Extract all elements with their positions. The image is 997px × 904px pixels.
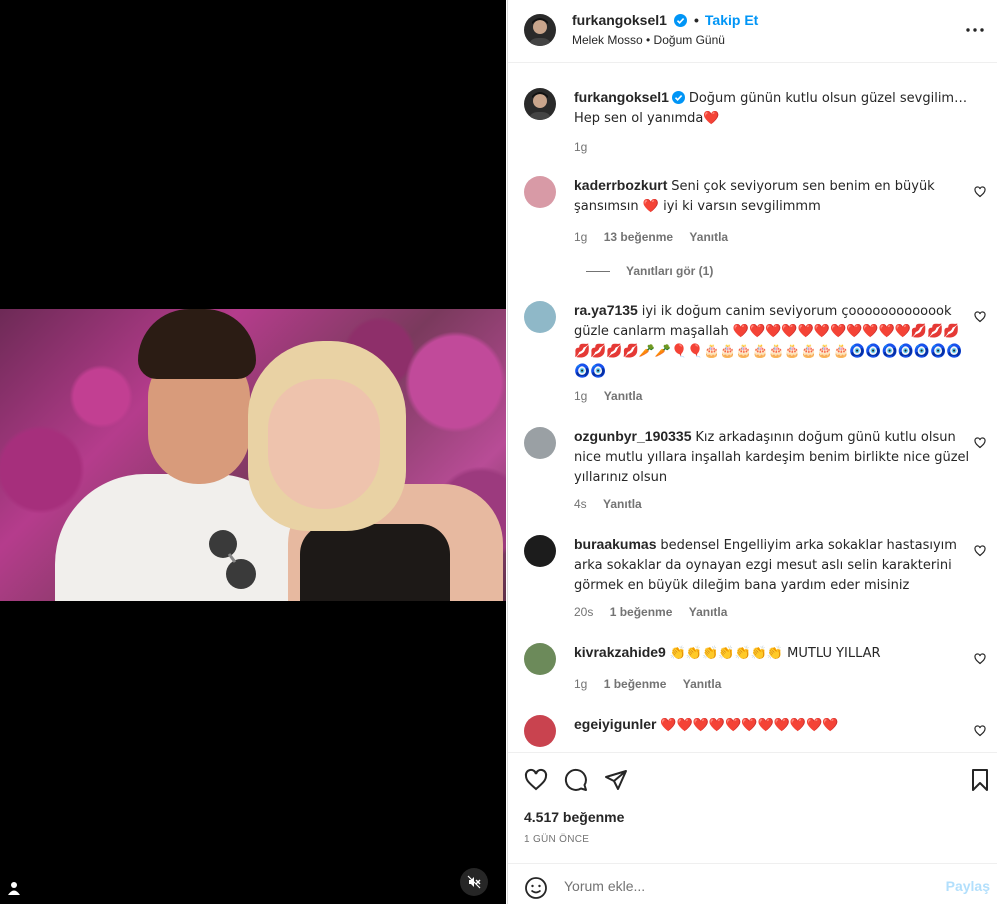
comment-text: 👏👏👏👏👏👏👏 MUTLU YILLAR — [669, 646, 881, 661]
like-comment-heart-icon[interactable] — [974, 311, 986, 323]
like-comment-heart-icon[interactable] — [974, 437, 986, 449]
author-username-text: furkangoksel1 — [572, 12, 667, 28]
tagged-user-icon[interactable] — [6, 880, 22, 896]
mute-button[interactable] — [460, 868, 488, 896]
like-comment-heart-icon[interactable] — [974, 653, 986, 665]
comment-time: 4s — [574, 497, 587, 511]
comment-text-block: buraakumas bedensel Engelliyim arka soka… — [574, 535, 974, 595]
emoji-smiley-icon[interactable] — [524, 876, 548, 900]
reply-button[interactable]: Yanıtla — [604, 389, 643, 403]
comment-text-block: egeiyigunler ❤️❤️❤️❤️❤️❤️❤️❤️❤️❤️❤️ — [574, 715, 974, 735]
add-comment-bar: Paylaş — [508, 863, 997, 904]
comment-text-block: kivrakzahide9 👏👏👏👏👏👏👏 MUTLU YILLAR — [574, 643, 974, 663]
comment-text-block: ra.ya7135 iyi ik doğum canim seviyorum ç… — [574, 301, 974, 381]
caption-text-block: furkangoksel1 Doğum günün kutlu olsun gü… — [574, 88, 974, 128]
comment-bubble-icon[interactable] — [564, 768, 588, 792]
follow-label: Takip Et — [704, 12, 759, 28]
comment-time: 1g — [574, 677, 588, 691]
comment-meta: 20s 1 beğenme Yanıtla — [574, 605, 740, 619]
verified-badge-icon — [673, 14, 687, 27]
reply-button[interactable]: Yanıtla — [603, 497, 642, 511]
post-comment-button[interactable]: Paylaş — [946, 878, 990, 894]
comment-likes[interactable]: 13 beğenme — [604, 230, 673, 244]
details-panel: furkangoksel1 • Takip Et Melek Mosso • Do… — [507, 0, 997, 904]
comment-time: 1g — [574, 230, 588, 244]
save-bookmark-icon[interactable] — [968, 768, 992, 792]
comment-item: kivrakzahide9 👏👏👏👏👏👏👏 MUTLU YILLAR 1g 1 … — [524, 643, 986, 703]
comment-item: ra.ya7135 iyi ik doğum canim seviyorum ç… — [524, 301, 986, 411]
commenter-username[interactable]: ozgunbyr_190335 — [574, 428, 692, 444]
commenter-avatar[interactable] — [524, 176, 556, 208]
comments-list[interactable]: furkangoksel1 Doğum günün kutlu olsun gü… — [508, 64, 997, 752]
share-send-icon[interactable] — [604, 768, 628, 792]
like-comment-heart-icon[interactable] — [974, 725, 986, 737]
photo-woman-top — [300, 524, 450, 601]
post-photo[interactable] — [0, 309, 506, 601]
commenter-avatar[interactable] — [524, 715, 556, 747]
comment-text-block: kaderrbozkurt Seni çok seviyorum sen ben… — [574, 176, 974, 216]
post-date: 1 GÜN ÖNCE — [524, 834, 590, 845]
media-panel — [0, 0, 506, 904]
caption-username[interactable]: furkangoksel1 — [574, 89, 669, 105]
comment-input[interactable] — [564, 874, 924, 898]
comment-time: 20s — [574, 605, 594, 619]
photo-man-hair — [138, 309, 256, 379]
commenter-username[interactable]: kivrakzahide9 — [574, 644, 666, 660]
photo-sunglasses — [209, 530, 256, 589]
comment-likes[interactable]: 1 beğenme — [610, 605, 673, 619]
follow-button[interactable]: • Takip Et — [694, 12, 758, 28]
comment-item: buraakumas bedensel Engelliyim arka soka… — [524, 535, 986, 625]
comment-item: kaderrbozkurt Seni çok seviyorum sen ben… — [524, 176, 986, 278]
reply-button[interactable]: Yanıtla — [683, 677, 722, 691]
commenter-username[interactable]: buraakumas — [574, 536, 656, 552]
caption-avatar[interactable] — [524, 88, 556, 120]
comment-likes[interactable]: 1 beğenme — [604, 677, 667, 691]
post-subtitle[interactable]: Melek Mosso • Doğum Günü — [572, 33, 725, 47]
view-replies-button[interactable]: Yanıtları gör (1) — [586, 264, 726, 278]
like-comment-heart-icon[interactable] — [974, 545, 986, 557]
comment-text-block: ozgunbyr_190335 Kız arkadaşının doğum gü… — [574, 427, 974, 487]
comment-meta: 4s Yanıtla — [574, 497, 655, 511]
speaker-muted-icon — [467, 875, 481, 889]
comment-item: ozgunbyr_190335 Kız arkadaşının doğum gü… — [524, 427, 986, 517]
commenter-avatar[interactable] — [524, 301, 556, 333]
caption: furkangoksel1 Doğum günün kutlu olsun gü… — [524, 88, 984, 158]
verified-badge-icon — [671, 91, 685, 104]
more-options-icon[interactable] — [963, 20, 987, 40]
comment-text: ❤️❤️❤️❤️❤️❤️❤️❤️❤️❤️❤️ — [660, 718, 839, 733]
reply-button[interactable]: Yanıtla — [689, 605, 728, 619]
post-header: furkangoksel1 • Takip Et Melek Mosso • Do… — [508, 0, 997, 63]
commenter-username[interactable]: kaderrbozkurt — [574, 177, 667, 193]
commenter-username[interactable]: ra.ya7135 — [574, 302, 638, 318]
view-replies-label: Yanıtları gör (1) — [626, 264, 714, 278]
likes-count[interactable]: 4.517 beğenme — [524, 809, 624, 825]
author-avatar[interactable] — [524, 14, 556, 46]
commenter-avatar[interactable] — [524, 535, 556, 567]
photo-woman-face — [268, 379, 380, 509]
commenter-avatar[interactable] — [524, 427, 556, 459]
comment-time: 1g — [574, 389, 588, 403]
like-heart-icon[interactable] — [524, 768, 548, 792]
caption-meta: 1g — [574, 140, 600, 154]
replies-line — [586, 271, 610, 273]
commenter-avatar[interactable] — [524, 643, 556, 675]
comment-meta: 1g 1 beğenme Yanıtla — [574, 677, 734, 691]
like-comment-heart-icon[interactable] — [974, 186, 986, 198]
author-username[interactable]: furkangoksel1 — [572, 12, 687, 28]
caption-time: 1g — [574, 140, 588, 154]
comment-item: egeiyigunler ❤️❤️❤️❤️❤️❤️❤️❤️❤️❤️❤️ — [524, 715, 986, 752]
commenter-username[interactable]: egeiyigunler — [574, 716, 656, 732]
reply-button[interactable]: Yanıtla — [689, 230, 728, 244]
comment-meta: 1g 13 beğenme Yanıtla — [574, 230, 741, 244]
separator-dot: • — [694, 12, 699, 28]
comment-meta: 1g Yanıtla — [574, 389, 655, 403]
post-actions: 4.517 beğenme 1 GÜN ÖNCE — [508, 752, 997, 862]
